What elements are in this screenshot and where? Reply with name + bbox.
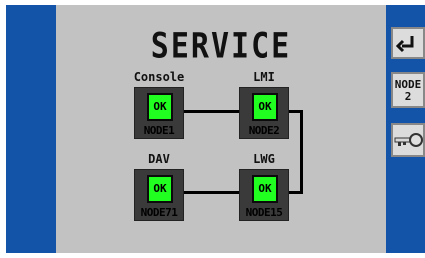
key-icon (394, 133, 423, 147)
node-label: LWG (253, 152, 275, 166)
link-node1-node2 (184, 110, 240, 113)
node-status-ok: OK (252, 175, 278, 203)
link-node71-node15 (184, 191, 240, 194)
node-label: Console (133, 70, 185, 84)
return-arrow-icon (395, 36, 414, 53)
page-title: SERVICE (150, 26, 292, 67)
node-id: NODE71 (140, 206, 178, 219)
node-select-button[interactable]: NODE 2 (391, 72, 425, 108)
service-panel: SERVICE Console OK NODE1 LMI OK NODE2 DA… (56, 5, 386, 253)
node-label: LMI (253, 70, 275, 84)
key-button[interactable] (391, 123, 425, 157)
link-node15-right (288, 191, 303, 194)
node-tile-node2[interactable]: OK NODE2 (239, 87, 289, 139)
node-label: DAV (148, 152, 170, 166)
node-id: NODE2 (248, 124, 280, 137)
link-right-vertical (300, 110, 303, 194)
right-sidebar: NODE 2 (391, 5, 425, 253)
node-id: NODE1 (143, 124, 175, 137)
node-status-ok: OK (252, 93, 278, 121)
node-tile-node71[interactable]: OK NODE71 (134, 169, 184, 221)
node-id: NODE15 (245, 206, 283, 219)
enter-button[interactable] (391, 27, 425, 59)
node-tile-node1[interactable]: OK NODE1 (134, 87, 184, 139)
node-tile-node15[interactable]: OK NODE15 (239, 169, 289, 221)
service-screen: SERVICE Console OK NODE1 LMI OK NODE2 DA… (6, 5, 425, 253)
node-status-ok: OK (147, 175, 173, 203)
node-button-line2: 2 (404, 90, 412, 103)
node-status-ok: OK (147, 93, 173, 121)
